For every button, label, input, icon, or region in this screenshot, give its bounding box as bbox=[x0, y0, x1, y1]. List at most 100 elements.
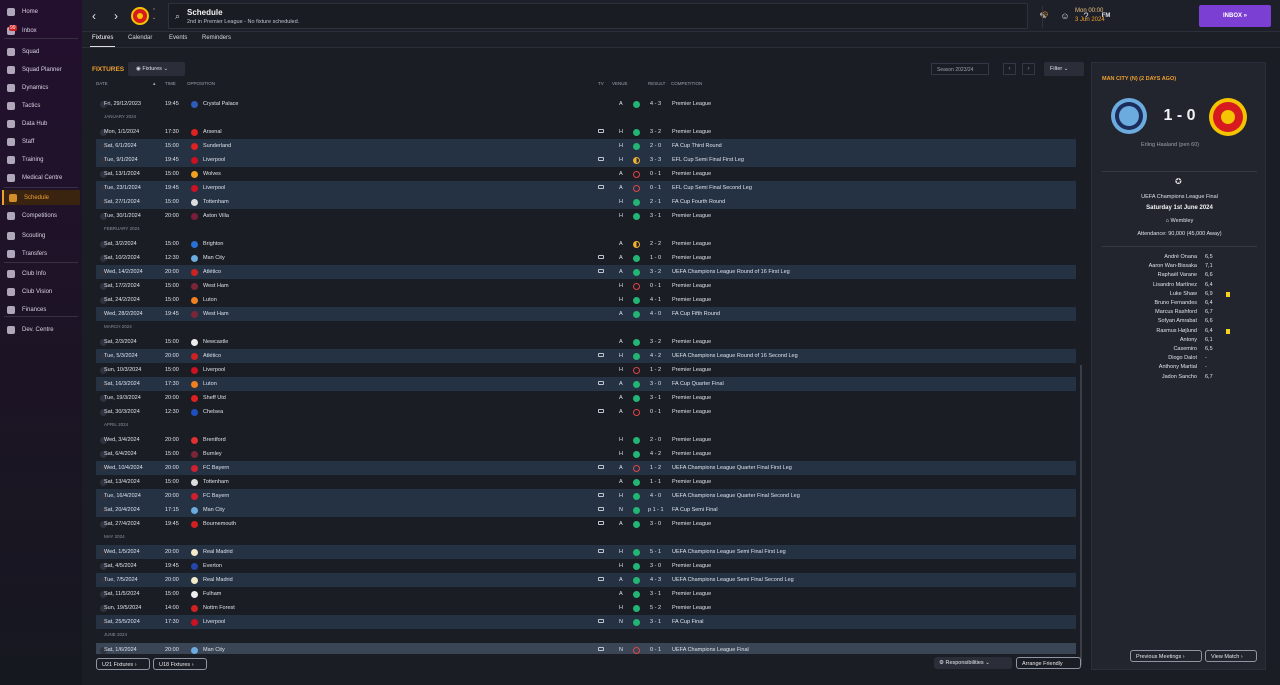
fixture-score[interactable]: p 1 - 1 bbox=[648, 507, 664, 513]
sidebar-item-staff[interactable]: Staff bbox=[2, 134, 80, 149]
fixture-competition[interactable]: Premier League bbox=[672, 605, 711, 611]
fixture-competition[interactable]: FA Cup Third Round bbox=[672, 143, 722, 149]
sidebar-item-training[interactable]: Training bbox=[2, 152, 80, 167]
sidebar-item-squad-planner[interactable]: Squad Planner bbox=[2, 62, 80, 77]
fixture-competition[interactable]: UEFA Champions League Semi Final First L… bbox=[672, 549, 786, 555]
fixture-opposition[interactable]: Luton bbox=[203, 381, 217, 387]
club-crest-icon[interactable] bbox=[130, 6, 150, 26]
fixture-row[interactable]: Sat, 16/3/2024 17:30 Luton A 3 - 0 FA Cup Qua… bbox=[96, 377, 1076, 391]
player-rating-row[interactable]: Rasmus Højlund 6,4 bbox=[1102, 328, 1252, 337]
fixture-competition[interactable]: Premier League bbox=[672, 521, 711, 527]
fixture-competition[interactable]: Premier League bbox=[672, 395, 711, 401]
fixture-row[interactable]: Tue, 9/1/2024 19:45 Liverpool H 3 - 3 EFL Cup… bbox=[96, 153, 1076, 167]
fixture-competition[interactable]: UEFA Champions League Round of 16 First … bbox=[672, 269, 790, 275]
tab-events[interactable]: Events bbox=[169, 35, 187, 41]
fixture-competition[interactable]: Premier League bbox=[672, 437, 711, 443]
player-rating-row[interactable]: Raphaël Varane 6,6 bbox=[1102, 272, 1252, 281]
col-opposition[interactable]: OPPOSITION bbox=[187, 81, 215, 86]
fixture-opposition[interactable]: Chelsea bbox=[203, 409, 223, 415]
fixture-opposition[interactable]: Brentford bbox=[203, 437, 226, 443]
col-competition[interactable]: COMPETITION bbox=[671, 81, 702, 86]
fixture-opposition[interactable]: Liverpool bbox=[203, 367, 225, 373]
fixture-score[interactable]: 3 - 2 bbox=[650, 339, 661, 345]
sidebar-item-transfers[interactable]: Transfers bbox=[2, 246, 80, 261]
season-prev-button[interactable]: ‹ bbox=[1003, 63, 1016, 75]
sidebar-item-data-hub[interactable]: Data Hub bbox=[2, 116, 80, 131]
fixture-opposition[interactable]: Tottenham bbox=[203, 479, 229, 485]
fixture-opposition[interactable]: Burnley bbox=[203, 451, 222, 457]
fixture-opposition[interactable]: Real Madrid bbox=[203, 549, 233, 555]
fixture-row[interactable]: Sat, 11/5/2024 15:00 Fulham A 3 - 1 Premier L… bbox=[96, 587, 1076, 601]
sidebar-item-dev-centre[interactable]: Dev. Centre bbox=[2, 322, 80, 337]
fixture-row[interactable]: Sat, 30/3/2024 12:30 Chelsea A 0 - 1 Premier … bbox=[96, 405, 1076, 419]
fixture-competition[interactable]: Premier League bbox=[672, 241, 711, 247]
fixture-opposition[interactable]: FC Bayern bbox=[203, 493, 229, 499]
fixture-opposition[interactable]: Atlético bbox=[203, 269, 221, 275]
tab-fixtures[interactable]: Fixtures bbox=[89, 35, 116, 47]
fixture-row[interactable]: Tue, 23/1/2024 19:45 Liverpool A 0 - 1 EFL Cu… bbox=[96, 181, 1076, 195]
col-result[interactable]: RESULT bbox=[648, 81, 665, 86]
fixture-score[interactable]: 1 - 2 bbox=[650, 367, 661, 373]
fixture-competition[interactable]: Premier League bbox=[672, 409, 711, 415]
fixture-competition[interactable]: Premier League bbox=[672, 563, 711, 569]
fixture-score[interactable]: 4 - 0 bbox=[650, 493, 661, 499]
sidebar-item-finances[interactable]: Finances bbox=[2, 302, 80, 317]
player-rating-row[interactable]: Marcus Rashford 6,7 bbox=[1102, 309, 1252, 318]
fixture-opposition[interactable]: Atlético bbox=[203, 353, 221, 359]
sidebar-item-inbox[interactable]: 99 Inbox bbox=[2, 23, 80, 38]
fixture-score[interactable]: 2 - 0 bbox=[650, 437, 661, 443]
u21-fixtures-button[interactable]: U21 Fixtures › bbox=[96, 658, 150, 670]
sidebar-item-home[interactable]: Home bbox=[2, 4, 80, 19]
fixture-competition[interactable]: Premier League bbox=[672, 171, 711, 177]
fixture-competition[interactable]: Premier League bbox=[672, 339, 711, 345]
fixture-score[interactable]: 3 - 0 bbox=[650, 521, 661, 527]
responsibilities-button[interactable]: ⚙ Responsibilities ⌄ bbox=[934, 657, 1012, 669]
fixture-opposition[interactable]: Luton bbox=[203, 297, 217, 303]
fixture-competition[interactable]: UEFA Champions League Semi Final Second … bbox=[672, 577, 794, 583]
fixture-opposition[interactable]: Liverpool bbox=[203, 157, 225, 163]
fixture-score[interactable]: 3 - 2 bbox=[650, 269, 661, 275]
sidebar-item-squad[interactable]: Squad bbox=[2, 44, 80, 59]
fixture-row[interactable]: Wed, 3/4/2024 20:00 Brentford H 2 - 0 Premier… bbox=[96, 433, 1076, 447]
sidebar-item-competitions[interactable]: Competitions bbox=[2, 208, 80, 223]
club-switch-icon[interactable]: ⌃ ⌄ bbox=[152, 8, 156, 22]
fixture-row[interactable]: Sat, 4/5/2024 19:45 Everton H 3 - 0 Premier L… bbox=[96, 559, 1076, 573]
fixture-score[interactable]: 3 - 3 bbox=[650, 157, 661, 163]
fixture-opposition[interactable]: Sunderland bbox=[203, 143, 231, 149]
fixture-competition[interactable]: Premier League bbox=[672, 129, 711, 135]
sidebar-item-club-vision[interactable]: Club Vision bbox=[2, 284, 80, 299]
col-venue[interactable]: VENUE bbox=[612, 81, 628, 86]
fixture-score[interactable]: 0 - 1 bbox=[650, 185, 661, 191]
fixture-competition[interactable]: FA Cup Fourth Round bbox=[672, 199, 725, 205]
sidebar-item-club-info[interactable]: Club Info bbox=[2, 266, 80, 281]
fixture-competition[interactable]: EFL Cup Semi Final First Leg bbox=[672, 157, 744, 163]
fixture-opposition[interactable]: Man City bbox=[203, 507, 225, 513]
fixture-competition[interactable]: Premier League bbox=[672, 451, 711, 457]
fixture-opposition[interactable]: Nottm Forest bbox=[203, 605, 235, 611]
fixture-competition[interactable]: Premier League bbox=[672, 255, 711, 261]
player-rating-row[interactable]: Antony 6,1 bbox=[1102, 337, 1252, 346]
fixture-row[interactable]: Wed, 1/5/2024 20:00 Real Madrid H 5 - 1 UEFA … bbox=[96, 545, 1076, 559]
fixture-score[interactable]: 3 - 1 bbox=[650, 591, 661, 597]
fixture-score[interactable]: 2 - 0 bbox=[650, 143, 661, 149]
fixture-score[interactable]: 4 - 3 bbox=[650, 577, 661, 583]
fixture-opposition[interactable]: Brighton bbox=[203, 241, 224, 247]
fixture-opposition[interactable]: Sheff Utd bbox=[203, 395, 226, 401]
fixture-score[interactable]: 4 - 0 bbox=[650, 311, 661, 317]
fixture-opposition[interactable]: FC Bayern bbox=[203, 465, 229, 471]
fixture-score[interactable]: 1 - 0 bbox=[650, 255, 661, 261]
player-rating-row[interactable]: Bruno Fernandes 6,4 bbox=[1102, 300, 1252, 309]
player-rating-row[interactable]: Luke Shaw 6,9 bbox=[1102, 291, 1252, 300]
player-rating-row[interactable]: Lisandro Martínez 6,4 bbox=[1102, 282, 1252, 291]
fixture-row[interactable]: Tue, 30/1/2024 20:00 Aston Villa H 3 - 1 Prem… bbox=[96, 209, 1076, 223]
fixture-row[interactable]: Fri, 29/12/2023 19:45 Crystal Palace A 4 - 3… bbox=[96, 97, 1076, 111]
sidebar-item-scouting[interactable]: Scouting bbox=[2, 228, 80, 243]
fixture-row[interactable]: Sat, 2/3/2024 15:00 Newcastle A 3 - 2 Premier… bbox=[96, 335, 1076, 349]
fixture-opposition[interactable]: Fulham bbox=[203, 591, 221, 597]
fixture-competition[interactable]: Premier League bbox=[672, 479, 711, 485]
player-rating-row[interactable]: Sofyan Amrabat 6,6 bbox=[1102, 318, 1252, 327]
search-icon[interactable]: ⌕ bbox=[175, 11, 180, 22]
fixture-row[interactable]: Sat, 27/1/2024 15:00 Tottenham H 2 - 1 FA Cup… bbox=[96, 195, 1076, 209]
fixture-score[interactable]: 5 - 2 bbox=[650, 605, 661, 611]
fixture-row[interactable]: Wed, 28/2/2024 19:45 West Ham A 4 - 0 FA Cup … bbox=[96, 307, 1076, 321]
